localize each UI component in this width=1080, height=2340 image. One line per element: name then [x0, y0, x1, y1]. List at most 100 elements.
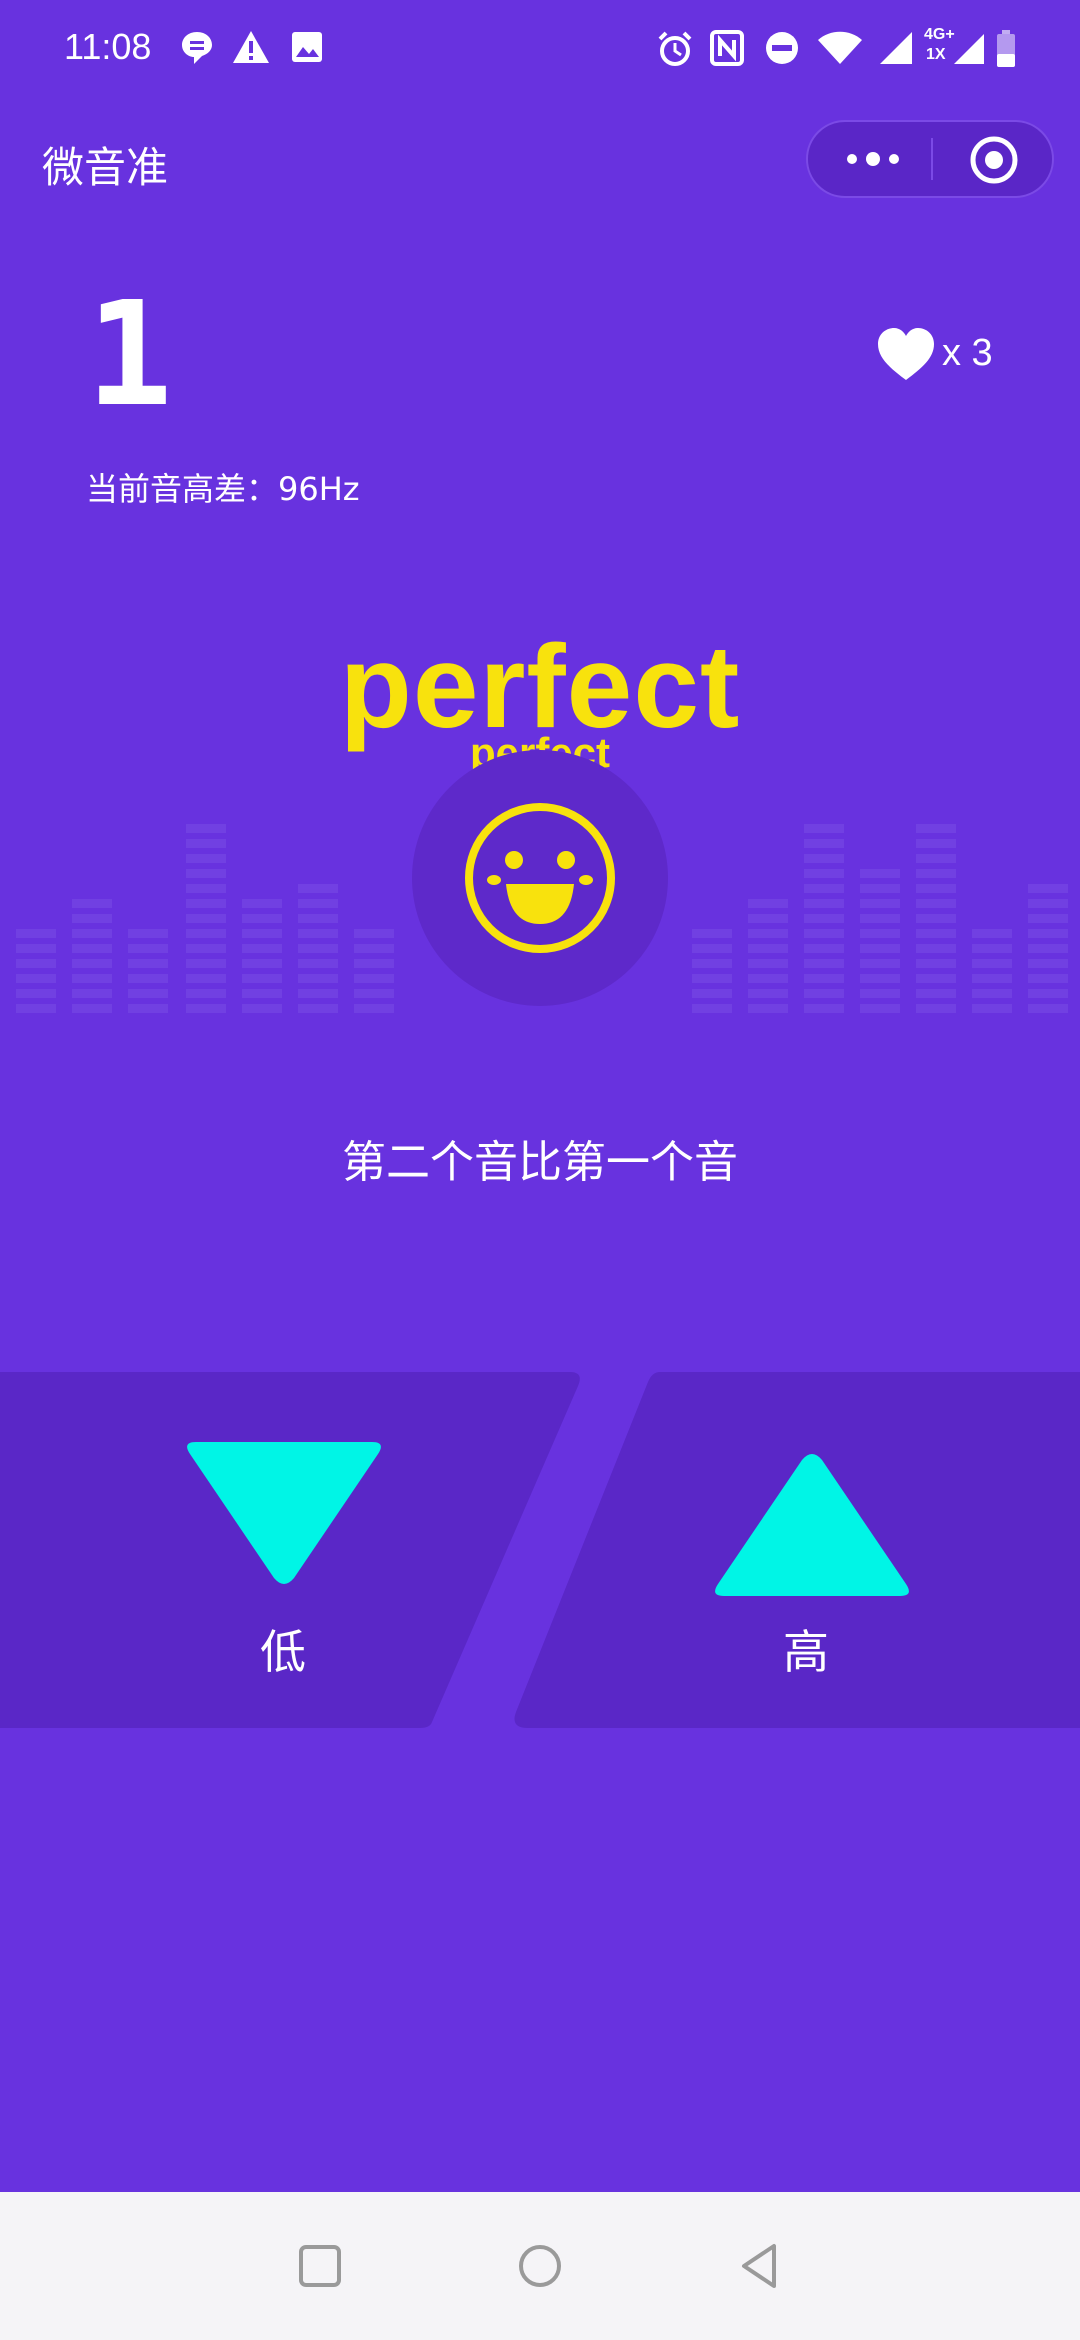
equalizer-bar [748, 989, 788, 998]
equalizer-bar [916, 914, 956, 923]
mini-program-capsule [806, 120, 1054, 198]
equalizer-bar [804, 959, 844, 968]
equalizer-bar [186, 1004, 226, 1013]
equalizer-bar [242, 974, 282, 983]
equalizer-bar [804, 839, 844, 848]
equalizer-bar [298, 959, 338, 968]
network-label-bottom: 1X [926, 46, 946, 63]
system-nav-bar [0, 2192, 1080, 2340]
equalizer-bar [860, 929, 900, 938]
equalizer-bar [860, 899, 900, 908]
equalizer-bar [916, 899, 956, 908]
equalizer-bar [1028, 944, 1068, 953]
equalizer-bar [128, 989, 168, 998]
equalizer-bar [860, 959, 900, 968]
equalizer-bar [128, 1004, 168, 1013]
equalizer-bar [298, 944, 338, 953]
equalizer-bar [860, 1004, 900, 1013]
equalizer-bar [972, 959, 1012, 968]
status-bar: 11:08 4G+ 1X [0, 0, 1080, 100]
equalizer-bar [186, 899, 226, 908]
equalizer-bar [804, 929, 844, 938]
app-title: 微音准 [42, 143, 169, 192]
battery-icon [997, 30, 1015, 67]
equalizer-bar [916, 869, 956, 878]
equalizer-bar [748, 899, 788, 908]
equalizer-bar [804, 914, 844, 923]
equalizer-bar [804, 824, 844, 833]
equalizer-bar [298, 989, 338, 998]
equalizer-bar [748, 914, 788, 923]
equalizer-bar [72, 944, 112, 953]
equalizer-bar [186, 944, 226, 953]
equalizer-bar [298, 1004, 338, 1013]
equalizer-bar [16, 974, 56, 983]
equalizer-bar [860, 869, 900, 878]
equalizer-bar [916, 974, 956, 983]
equalizer-bar [128, 959, 168, 968]
square-icon[interactable] [290, 2236, 350, 2296]
equalizer-bar [692, 929, 732, 938]
equalizer-bar [186, 824, 226, 833]
equalizer-bar [72, 899, 112, 908]
equalizer-bar [1028, 989, 1068, 998]
equalizer-bar [1028, 1004, 1068, 1013]
triangle-down-icon [187, 1442, 381, 1584]
equalizer-bar [748, 944, 788, 953]
equalizer-bar [860, 944, 900, 953]
equalizer-bar [354, 989, 394, 998]
more-dots-icon[interactable] [838, 136, 908, 182]
equalizer-bar [972, 1004, 1012, 1013]
equalizer-bar [804, 869, 844, 878]
score-number: 1 [86, 270, 173, 438]
dnd-icon [766, 32, 798, 64]
equalizer-bar [916, 944, 956, 953]
equalizer-bar [972, 989, 1012, 998]
equalizer-bar [186, 839, 226, 848]
wifi-icon [818, 31, 862, 64]
equalizer-bar [748, 959, 788, 968]
equalizer-bar [186, 854, 226, 863]
equalizer-bar [916, 824, 956, 833]
target-icon[interactable] [968, 134, 1020, 186]
equalizer-bar [186, 974, 226, 983]
equalizer-bar [128, 974, 168, 983]
pitch-diff-label: 当前音高差：96Hz [86, 470, 360, 508]
equalizer-bar [804, 899, 844, 908]
equalizer-bar [242, 944, 282, 953]
question-text: 第二个音比第一个音 [342, 1137, 738, 1188]
equalizer-bar [860, 884, 900, 893]
signal-4g-label: 4G+ 1X [924, 26, 955, 70]
warning-icon [233, 31, 269, 63]
equalizer-bar [186, 959, 226, 968]
equalizer-bar [128, 929, 168, 938]
equalizer-bar [916, 884, 956, 893]
equalizer-bar [298, 899, 338, 908]
nfc-icon [710, 30, 744, 66]
equalizer-bar [242, 929, 282, 938]
equalizer-bar [72, 929, 112, 938]
back-triangle-icon[interactable] [730, 2236, 790, 2296]
equalizer-bar [1028, 974, 1068, 983]
chat-bubble-icon [182, 32, 212, 64]
low-button[interactable]: 低 [0, 1372, 580, 1728]
equalizer-bar [804, 854, 844, 863]
signal-4g-icon [954, 34, 984, 64]
high-button[interactable]: 高 [510, 1372, 1080, 1728]
equalizer-bar [1028, 959, 1068, 968]
equalizer-bar [1028, 929, 1068, 938]
equalizer-bar [242, 989, 282, 998]
equalizer-bar [298, 929, 338, 938]
equalizer-bar [298, 974, 338, 983]
equalizer-bar [354, 929, 394, 938]
lives-indicator: x 3 [876, 326, 1026, 386]
equalizer-bar [128, 944, 168, 953]
equalizer-bar [72, 1004, 112, 1013]
equalizer-bar [860, 989, 900, 998]
image-icon [292, 32, 322, 62]
equalizer-bar [1028, 884, 1068, 893]
triangle-up-icon [715, 1454, 909, 1596]
circle-icon[interactable] [510, 2236, 570, 2296]
equalizer-bar [972, 944, 1012, 953]
equalizer-bar [748, 974, 788, 983]
